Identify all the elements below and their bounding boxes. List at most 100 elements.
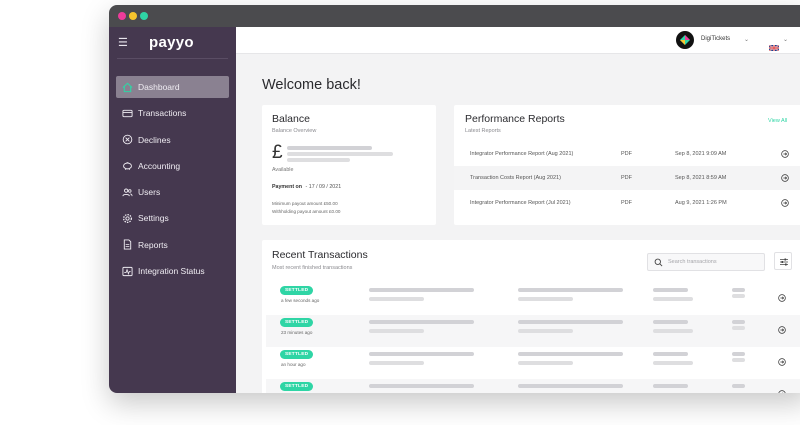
sidebar-item-label: Transactions [138,108,187,119]
report-row[interactable]: Transaction Costs Report (Aug 2021) PDF … [454,166,800,190]
placeholder-bar [653,320,688,324]
available-label: Available [272,167,294,173]
search-icon [654,258,663,267]
close-window-button[interactable] [118,12,126,20]
currency-symbol: £ [272,142,283,163]
home-icon [116,82,138,93]
merchant-logo[interactable] [676,31,694,49]
merchant-name[interactable]: DigiTickets [701,36,730,42]
card-icon [116,108,138,119]
brand-logo[interactable]: payyo [149,34,194,51]
report-name: Integrator Performance Report (Aug 2021) [470,151,574,157]
balance-title: Balance [272,113,310,125]
status-badge: SETTLED [280,350,314,359]
report-row[interactable]: Integrator Performance Report (Jul 2021)… [454,191,800,215]
menu-icon[interactable]: ☰ [118,38,128,49]
page-title: Welcome back! [262,77,361,93]
sidebar-item-label: Users [138,187,161,198]
arrow-circle-icon[interactable] [778,326,786,334]
placeholder-bar [369,329,424,333]
arrow-circle-icon[interactable] [781,174,789,182]
arrow-circle-icon[interactable] [781,199,789,207]
placeholder-bar [369,361,424,365]
uk-flag-icon[interactable] [768,38,780,52]
placeholder-bar [732,384,745,388]
view-all-link[interactable]: View All [768,118,787,124]
report-date: Sep 8, 2021 9:09 AM [675,151,727,157]
reports-title: Performance Reports [465,113,565,125]
report-date: Aug 9, 2021 1:26 PM [675,200,727,206]
placeholder-bar [732,294,745,298]
placeholder-bar [369,320,474,324]
placeholder-bar [653,297,693,301]
sidebar-item-declines[interactable]: Declines [116,129,229,151]
report-row[interactable]: Integrator Performance Report (Aug 2021)… [454,142,800,166]
users-icon [116,187,138,198]
placeholder-bar [518,352,623,356]
status-badge: SETTLED [280,318,314,327]
transactions-subtitle: Most recent finished transactions [272,265,353,271]
placeholder-bar [732,288,745,292]
placeholder-bar [518,288,623,292]
payment-on-label: Payment on [272,184,303,190]
status-badge: SETTLED [280,382,314,391]
payment-date: Payment on - 17 / 09 / 2021 [272,184,341,190]
sidebar-item-accounting[interactable]: Accounting [116,155,229,177]
placeholder-bar [653,329,693,333]
status-badge: SETTLED [280,286,314,295]
report-type: PDF [621,151,632,157]
main-content: DigiTickets ⌄ ⌄ Welcome back! Balance Ba… [236,27,800,393]
placeholder-bar [653,352,688,356]
topbar: DigiTickets ⌄ ⌄ [236,27,800,54]
gear-icon [116,213,138,224]
arrow-circle-icon[interactable] [778,390,786,393]
sidebar-item-transactions[interactable]: Transactions [116,102,229,124]
placeholder-bar [732,320,745,324]
transaction-time: a few seconds ago [281,298,320,303]
placeholder-bar [732,326,745,330]
sidebar-item-label: Dashboard [138,82,180,92]
filter-button[interactable] [774,252,792,270]
sidebar-item-label: Reports [138,239,168,250]
placeholder-bar [518,384,623,388]
reports-card: Performance Reports Latest Reports View … [454,105,800,225]
chevron-down-icon[interactable]: ⌄ [744,36,749,43]
chevron-down-icon[interactable]: ⌄ [783,36,788,43]
sidebar-divider [117,58,228,59]
sidebar-item-users[interactable]: Users [116,181,229,203]
piggy-bank-icon [116,160,138,171]
sidebar-item-reports[interactable]: Reports [116,234,229,256]
balance-amount-placeholder [287,146,372,150]
maximize-window-button[interactable] [140,12,148,20]
transaction-row[interactable]: SETTLED 23 minutes ago [266,315,800,347]
arrow-circle-icon[interactable] [778,294,786,302]
report-type: PDF [621,200,632,206]
sidebar-item-settings[interactable]: Settings [116,207,229,229]
balance-amount-placeholder [287,152,393,156]
transaction-row[interactable]: SETTLED a few seconds ago [266,283,800,315]
transaction-time: 23 minutes ago [281,330,313,335]
sliders-icon [780,258,788,266]
placeholder-bar [653,361,693,365]
search-placeholder: Search transactions [668,259,717,265]
transaction-row[interactable]: SETTLED an hour ago [266,347,800,379]
sidebar-item-dashboard[interactable]: Dashboard [116,76,229,98]
transactions-title: Recent Transactions [272,249,368,261]
search-input[interactable]: Search transactions [647,253,765,271]
placeholder-bar [518,361,573,365]
balance-card: Balance Balance Overview £ Available Pay… [262,105,436,225]
arrow-circle-icon[interactable] [781,150,789,158]
transaction-row[interactable]: SETTLED [266,379,800,393]
x-circle-icon [116,134,138,145]
window-titlebar [109,5,800,27]
min-payout: Minimum payout amount £50.00 [272,201,338,206]
reports-subtitle: Latest Reports [465,128,501,134]
report-date: Sep 8, 2021 8:59 AM [675,175,727,181]
document-icon [116,239,138,250]
sidebar-item-label: Accounting [138,160,181,171]
sidebar-item-integration-status[interactable]: Integration Status [116,260,229,282]
minimize-window-button[interactable] [129,12,137,20]
placeholder-bar [732,358,745,362]
arrow-circle-icon[interactable] [778,358,786,366]
sidebar-item-label: Declines [138,134,171,145]
